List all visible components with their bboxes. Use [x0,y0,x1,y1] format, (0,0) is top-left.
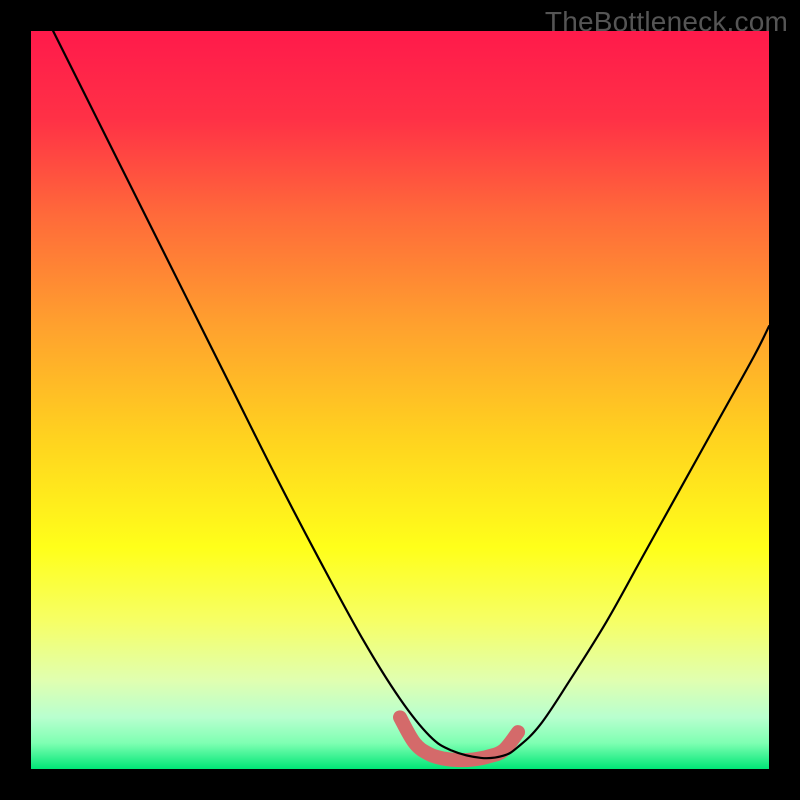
plot-area [31,31,769,769]
bottleneck-curve-path [53,31,769,758]
curve-layer [31,31,769,769]
chart-frame: TheBottleneck.com [0,0,800,800]
